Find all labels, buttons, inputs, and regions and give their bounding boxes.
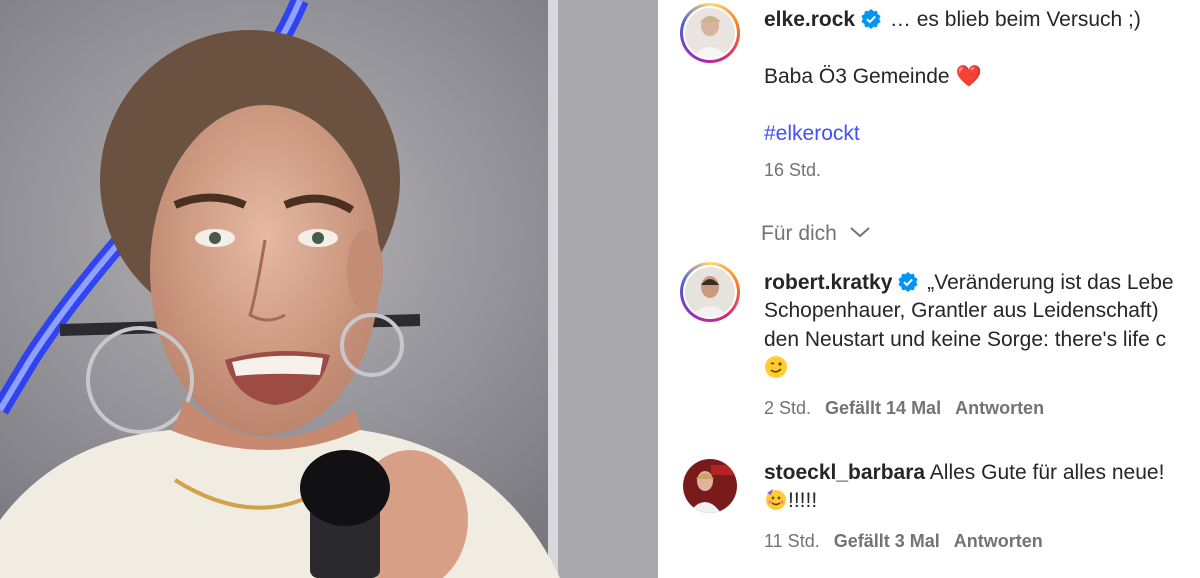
comment-timestamp[interactable]: 11 Std. <box>764 531 820 551</box>
red-heart-emoji: ❤️ <box>955 65 982 88</box>
commenter-username[interactable]: stoeckl_barbara <box>764 461 925 484</box>
comment-text-suffix: !!!!! <box>788 489 818 512</box>
comment-likes[interactable]: Gefällt 3 Mal <box>834 531 940 551</box>
comment-line-2: Schopenhauer, Grantler aus Leidenschaft) <box>764 299 1159 322</box>
author-avatar-image <box>685 8 735 58</box>
comment-timestamp[interactable]: 2 Std. <box>764 398 811 418</box>
caption-text: … es blieb beim Versuch ;) <box>889 8 1141 31</box>
author-avatar[interactable] <box>680 3 740 63</box>
comment-text: Alles Gute für alles neue! <box>929 461 1165 484</box>
commenter-avatar[interactable] <box>683 459 737 513</box>
comment-line-3: den Neustart und keine Sorge: there's li… <box>764 328 1167 351</box>
hashtag-link[interactable]: #elkerockt <box>764 120 860 148</box>
comment-meta: 2 Std. Gefällt 14 Mal Antworten <box>764 398 1044 419</box>
reply-button[interactable]: Antworten <box>955 398 1044 418</box>
wink-face-emoji <box>764 355 788 379</box>
sort-dropdown[interactable]: Für dich <box>761 218 871 248</box>
comment-likes[interactable]: Gefällt 14 Mal <box>825 398 941 418</box>
verified-badge-icon <box>898 272 918 292</box>
woman-speaking-image <box>0 0 658 578</box>
comment-text: „Veränderung ist das Lebe <box>927 271 1174 294</box>
commenter-avatar[interactable] <box>680 262 740 322</box>
sort-label: Für dich <box>761 222 837 245</box>
comment-line-2: !!!!! <box>764 487 817 515</box>
verified-badge-icon <box>861 9 881 29</box>
caption-text-2: Baba Ö3 Gemeinde <box>764 65 950 88</box>
reply-button[interactable]: Antworten <box>954 531 1043 551</box>
comment-line-4 <box>764 355 788 383</box>
caption-first-line: elke.rock … es blieb beim Versuch ;) <box>764 6 1141 34</box>
commenter-avatar-image <box>683 459 737 513</box>
party-face-emoji <box>764 487 788 511</box>
comment-line-1: robert.kratky „Veränderung ist das Lebe <box>764 269 1174 297</box>
caption-second-line: Baba Ö3 Gemeinde ❤️ <box>764 63 982 91</box>
commenter-avatar-image <box>685 267 735 317</box>
comments-pane: elke.rock … es blieb beim Versuch ;) Bab… <box>658 0 1200 578</box>
post-timestamp[interactable]: 16 Std. <box>764 160 821 181</box>
post-media-video[interactable] <box>0 0 658 578</box>
commenter-username[interactable]: robert.kratky <box>764 271 892 294</box>
comment-meta: 11 Std. Gefällt 3 Mal Antworten <box>764 531 1043 552</box>
author-username[interactable]: elke.rock <box>764 8 855 31</box>
chevron-down-icon <box>849 218 871 246</box>
comment-line-1: stoeckl_barbara Alles Gute für alles neu… <box>764 459 1164 487</box>
